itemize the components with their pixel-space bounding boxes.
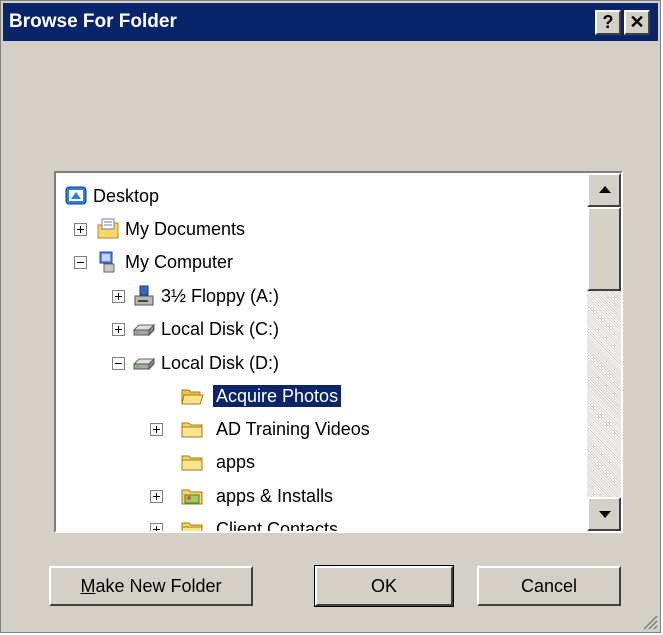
tree-item-label: 3½ Floppy (A:) bbox=[161, 286, 280, 306]
vertical-scrollbar[interactable] bbox=[587, 173, 621, 531]
tree-item-label: Client Contacts bbox=[216, 519, 339, 531]
tree-item-label: AD Training Videos bbox=[216, 419, 370, 439]
make-new-folder-button[interactable]: Make New Folder bbox=[49, 566, 253, 606]
tree-item-label: My Computer bbox=[125, 252, 234, 272]
tree-item-label: Local Disk (D:) bbox=[161, 353, 280, 373]
folder-tree[interactable]: Desktop My Documents My Computer 3½ Flop… bbox=[54, 171, 623, 533]
resize-grip-icon[interactable] bbox=[640, 612, 658, 630]
mnemonic-letter: M bbox=[80, 576, 96, 596]
tree-item-label: Desktop bbox=[93, 186, 160, 206]
photo-folder-icon bbox=[181, 489, 203, 505]
cancel-button[interactable]: Cancel bbox=[477, 566, 621, 606]
title-bar[interactable]: Browse For Folder ? ✕ bbox=[3, 3, 658, 41]
arrow-down-icon bbox=[599, 511, 611, 518]
folder-icon bbox=[181, 522, 203, 531]
ok-button[interactable]: OK bbox=[314, 565, 454, 607]
folder-icon bbox=[181, 422, 203, 438]
help-button[interactable]: ? bbox=[595, 10, 621, 35]
expand-plus-icon[interactable] bbox=[112, 290, 125, 303]
open-folder-icon bbox=[181, 389, 204, 405]
tree-item-label: apps bbox=[216, 452, 256, 472]
my-computer-icon bbox=[99, 251, 115, 273]
button-label: ake New Folder bbox=[95, 576, 222, 596]
scroll-down-button[interactable] bbox=[587, 497, 621, 531]
tree-item-label: Acquire Photos bbox=[211, 384, 343, 408]
expand-plus-icon[interactable] bbox=[150, 490, 163, 503]
folder-tree-viewport: Desktop My Documents My Computer 3½ Flop… bbox=[56, 173, 587, 531]
my-documents-icon bbox=[97, 218, 119, 239]
collapse-minus-icon[interactable] bbox=[74, 256, 87, 269]
floppy-drive-icon bbox=[134, 285, 154, 306]
expand-plus-icon[interactable] bbox=[150, 523, 163, 531]
expand-plus-icon[interactable] bbox=[112, 323, 125, 336]
folder-icon bbox=[181, 455, 203, 471]
collapse-minus-icon[interactable] bbox=[112, 357, 125, 370]
close-button[interactable]: ✕ bbox=[624, 10, 650, 35]
arrow-up-icon bbox=[599, 186, 611, 193]
tree-item-label: Local Disk (C:) bbox=[161, 319, 280, 339]
tree-item-label: My Documents bbox=[125, 219, 246, 239]
tree-item-label: apps & Installs bbox=[216, 486, 334, 506]
scroll-thumb[interactable] bbox=[587, 207, 621, 291]
hard-drive-icon bbox=[132, 357, 156, 371]
expand-plus-icon[interactable] bbox=[150, 423, 163, 436]
browse-for-folder-dialog: Browse For Folder ? ✕ Desktop My Documen… bbox=[0, 0, 661, 633]
desktop-icon bbox=[65, 186, 87, 205]
expand-plus-icon[interactable] bbox=[74, 223, 87, 236]
hard-drive-icon bbox=[132, 323, 156, 337]
scroll-up-button[interactable] bbox=[587, 173, 621, 207]
dialog-title: Browse For Folder bbox=[9, 11, 177, 32]
